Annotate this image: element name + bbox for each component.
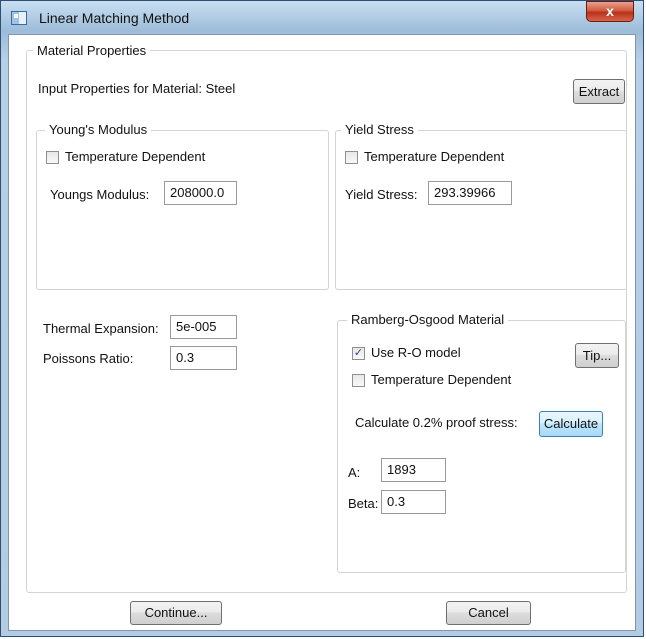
use-ro-model-checkbox[interactable]: ✓	[352, 347, 365, 360]
poissons-ratio-input[interactable]: 0.3	[170, 346, 237, 370]
check-mark-icon: ✓	[353, 347, 364, 359]
a-input[interactable]: 1893	[381, 458, 446, 482]
yield-stress-field-label: Yield Stress:	[345, 187, 418, 202]
thermal-expansion-input[interactable]: 5e-005	[170, 315, 237, 339]
calculate-button[interactable]: Calculate	[539, 411, 603, 437]
tip-button[interactable]: Tip...	[575, 343, 619, 368]
youngs-temp-dependent-checkbox[interactable]	[46, 151, 59, 164]
beta-input[interactable]: 0.3	[381, 490, 446, 514]
dialog-client-area: Material Properties Input Properties for…	[8, 34, 636, 631]
extract-button[interactable]: Extract	[573, 79, 625, 104]
ro-temp-dependent-checkbox[interactable]	[352, 374, 365, 387]
title-bar[interactable]: Linear Matching Method x	[0, 0, 644, 36]
yield-temp-dependent-label: Temperature Dependent	[364, 149, 505, 164]
continue-button[interactable]: Continue...	[130, 601, 222, 625]
youngs-modulus-field-label: Youngs Modulus:	[50, 187, 150, 202]
close-button[interactable]: x	[586, 1, 634, 22]
thermal-expansion-label: Thermal Expansion:	[43, 321, 159, 336]
app-icon	[11, 11, 27, 25]
ro-temp-dependent-label: Temperature Dependent	[371, 372, 512, 387]
poissons-ratio-label: Poissons Ratio:	[43, 351, 134, 366]
use-ro-model-label: Use R-O model	[371, 345, 461, 360]
yield-stress-label: Yield Stress	[341, 122, 418, 137]
calculate-proof-stress-label: Calculate 0.2% proof stress:	[355, 415, 518, 430]
cancel-button[interactable]: Cancel	[446, 601, 531, 625]
ramberg-osgood-label: Ramberg-Osgood Material	[347, 312, 509, 327]
youngs-modulus-input[interactable]: 208000.0	[164, 181, 237, 205]
beta-label: Beta:	[348, 496, 379, 511]
window-title: Linear Matching Method	[39, 10, 190, 26]
material-properties-label: Material Properties	[33, 43, 151, 58]
youngs-temp-dependent-label: Temperature Dependent	[65, 149, 206, 164]
yield-temp-dependent-checkbox[interactable]	[345, 151, 358, 164]
youngs-modulus-label: Young's Modulus	[45, 122, 152, 137]
yield-stress-input[interactable]: 293.39966	[428, 181, 512, 205]
a-label: A:	[348, 465, 361, 480]
material-input-label: Input Properties for Material: Steel	[38, 81, 236, 96]
